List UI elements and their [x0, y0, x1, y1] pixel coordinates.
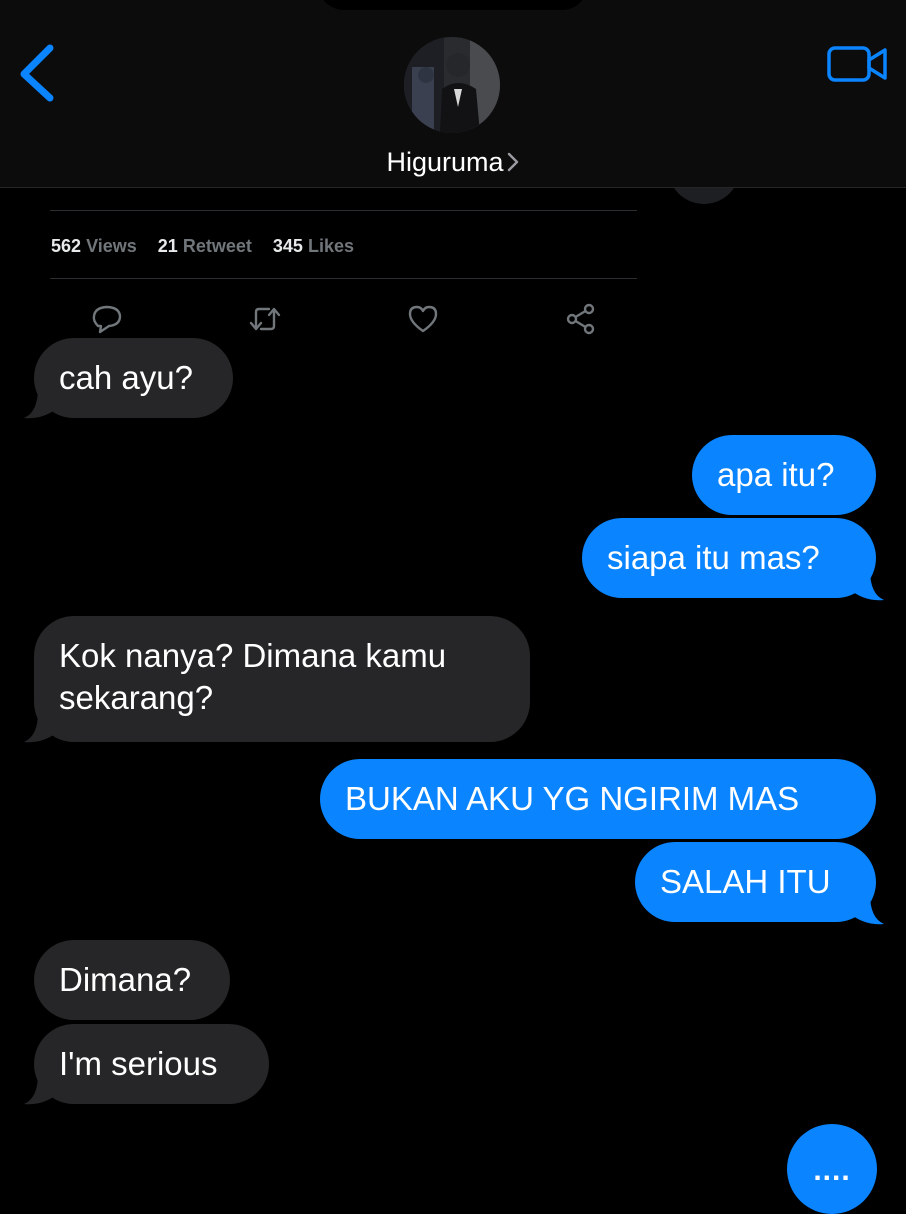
tweet-divider-bottom — [50, 278, 637, 279]
tweet-divider-top — [50, 210, 637, 211]
message-text: SALAH ITU — [660, 863, 831, 900]
device-notch — [318, 0, 588, 10]
message-text: cah ayu? — [59, 359, 193, 396]
incoming-message[interactable]: cah ayu? — [34, 338, 233, 418]
facetime-video-button[interactable] — [826, 42, 890, 86]
message-text: BUKAN AKU YG NGIRIM MAS — [345, 780, 800, 817]
outgoing-message[interactable]: siapa itu mas? — [582, 518, 876, 598]
message-text: apa itu? — [717, 456, 835, 493]
conversation-header: Higuruma — [0, 0, 906, 188]
message-text: Dimana? — [59, 961, 192, 998]
bubble-tail — [24, 712, 60, 743]
incoming-message[interactable]: Dimana? — [34, 940, 230, 1020]
chevron-left-icon — [20, 44, 54, 102]
retweets-count: 21 — [157, 236, 178, 256]
back-button[interactable] — [12, 40, 62, 104]
incoming-message[interactable]: Kok nanya? Dimana kamu sekarang? — [34, 616, 530, 742]
message-text: I'm serious — [59, 1045, 218, 1082]
message-text-line-1: Kok nanya? Dimana kamu — [59, 637, 447, 674]
message-text: siapa itu mas? — [607, 539, 820, 576]
tweet-stats: 562 Views 21 Retweet 345 Likes — [51, 235, 370, 257]
contact-name: Higuruma — [386, 147, 504, 177]
likes-label: Likes — [307, 236, 354, 256]
views-count: 562 — [51, 236, 82, 256]
views-label: Views — [86, 236, 137, 256]
chevron-right-icon — [506, 148, 520, 180]
outgoing-message[interactable]: BUKAN AKU YG NGIRIM MAS — [320, 759, 876, 839]
typing-indicator: .... — [787, 1124, 877, 1214]
like-icon[interactable] — [406, 302, 440, 336]
reply-icon[interactable] — [90, 302, 124, 336]
retweet-icon[interactable] — [247, 302, 281, 336]
bubble-tail — [24, 388, 60, 419]
avatar-photo — [404, 37, 500, 133]
typing-dots: .... — [813, 1154, 851, 1187]
outgoing-message[interactable]: apa itu? — [692, 435, 876, 515]
outgoing-message[interactable]: SALAH ITU — [635, 842, 876, 922]
likes-count: 345 — [272, 236, 303, 256]
contact-avatar[interactable] — [404, 37, 500, 133]
bubble-tail — [848, 570, 884, 601]
video-camera-icon — [827, 46, 887, 82]
retweets-label: Retweet — [182, 236, 252, 256]
incoming-message[interactable]: I'm serious — [34, 1024, 269, 1104]
bubble-tail — [848, 894, 884, 925]
contact-name-button[interactable]: Higuruma — [0, 146, 906, 180]
share-icon[interactable] — [564, 302, 598, 336]
message-text-line-2: sekarang? — [59, 679, 214, 716]
bubble-tail — [24, 1074, 60, 1105]
